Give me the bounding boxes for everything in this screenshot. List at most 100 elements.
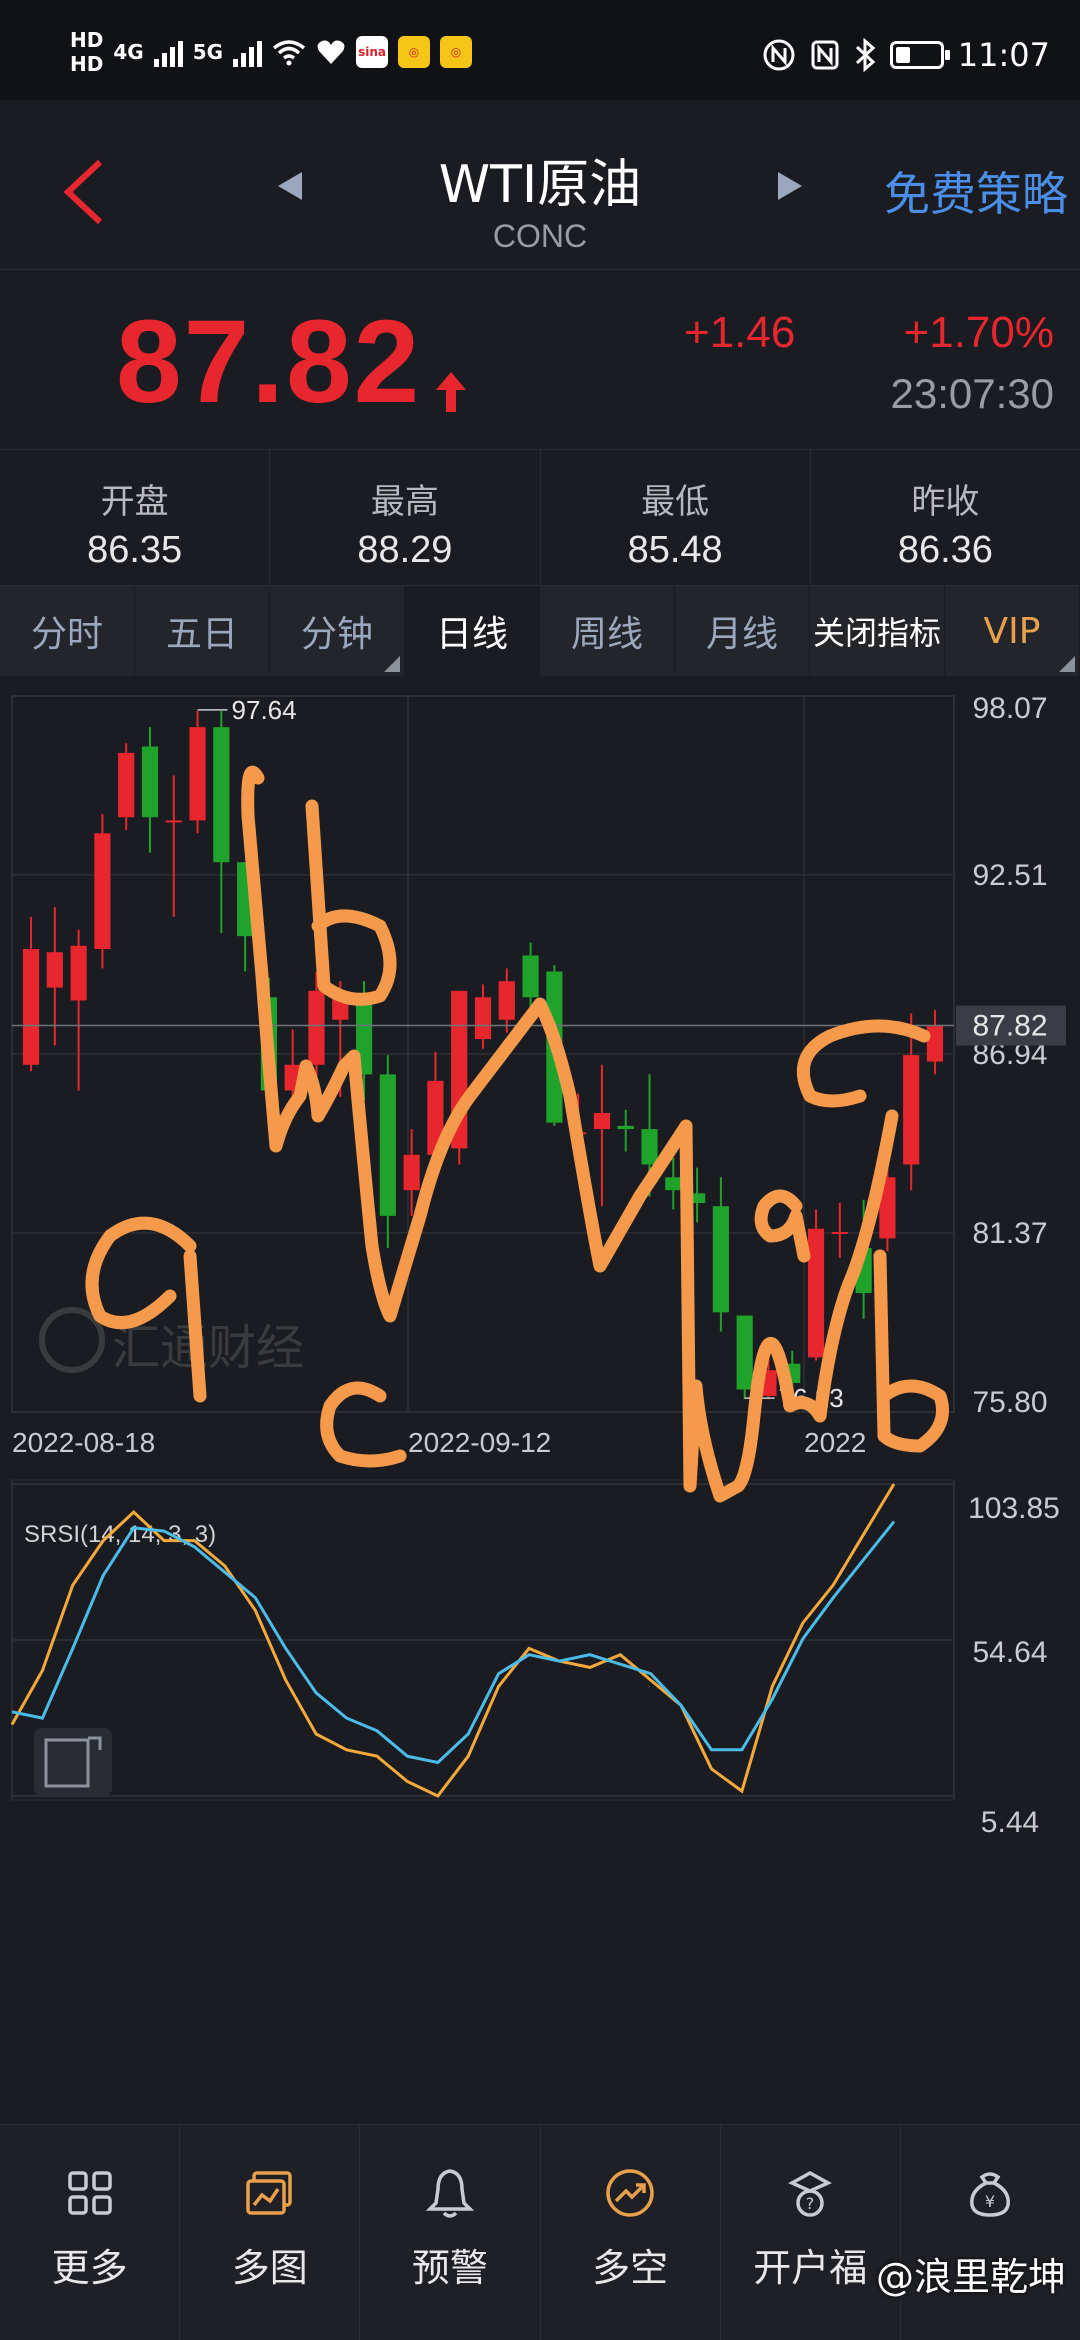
svg-text:?: ? [806, 2194, 815, 2213]
chart-area[interactable]: 汇通财经 98.07 92.51 86.94 81.37 75.80 87.82… [0, 676, 1080, 2120]
tab-minute-label: 分钟 [300, 614, 373, 655]
stat-low: 最低 85.48 [541, 450, 811, 585]
status-left: HD HD 4G 5G sina ◎ ◎ [70, 28, 473, 76]
multi-chart-icon [246, 2171, 292, 2215]
bottom-nav: 更多 多图 预警 多空 ? 开户福 ¥ [0, 2124, 1080, 2340]
current-price-label: 87.82 [972, 1010, 1047, 1043]
annotation-b1 [305, 799, 397, 1006]
candle-body [593, 1112, 611, 1130]
price-tick: 81.37 [972, 1217, 1047, 1250]
nfc-n-icon [811, 40, 839, 70]
tab-five-day[interactable]: 五日 [135, 586, 270, 676]
annotation-c1 [320, 1381, 407, 1468]
next-instrument-button[interactable] [772, 168, 808, 204]
signal-icon [153, 37, 183, 67]
high-marker: 97.64 [232, 695, 297, 725]
date-tick: 2022 [804, 1427, 866, 1458]
candle-body [498, 981, 515, 1020]
candle-body [807, 1228, 825, 1358]
fullscreen-toggle[interactable] [34, 1728, 112, 1796]
candle-body [474, 997, 492, 1040]
clock: 11:07 [957, 36, 1050, 74]
candle-body [70, 945, 87, 1001]
nav-alert[interactable]: 预警 [360, 2125, 541, 2340]
candle-body [926, 1026, 944, 1062]
nav-label: 更多 [51, 2246, 128, 2290]
nav-wealth[interactable]: ¥ [901, 2125, 1080, 2340]
indicator-tick: 5.44 [981, 1806, 1039, 1839]
nav-open-account[interactable]: ? 开户福 [721, 2125, 901, 2340]
stat-value: 88.29 [357, 529, 453, 571]
tab-vip[interactable]: VIP [945, 586, 1080, 676]
candle-body [665, 1177, 682, 1191]
nav-label: 多空 [592, 2246, 669, 2290]
quote-panel: 87.82 +1.46 +1.70% 23:07:30 [0, 270, 1080, 450]
free-strategy-link[interactable]: 免费策略 [884, 158, 1068, 224]
price-change: +1.46 [684, 308, 796, 357]
hd-indicator: HD HD [70, 28, 103, 76]
tab-weekly[interactable]: 周线 [540, 586, 675, 676]
dropdown-corner-icon [384, 656, 400, 672]
candle-body [403, 1154, 420, 1191]
trend-icon [606, 2169, 654, 2217]
tab-close-indicator[interactable]: 关闭指标 [810, 586, 945, 676]
tab-monthly[interactable]: 月线 [675, 586, 810, 676]
tab-vip-label: VIP [983, 610, 1041, 652]
bluetooth-icon [855, 38, 876, 72]
tab-daily[interactable]: 日线 [405, 586, 540, 676]
tab-intraday[interactable]: 分时 [0, 586, 135, 676]
candle-body [141, 746, 159, 818]
candle-body [22, 949, 40, 1065]
bottom-watermark: @浪里乾坤 [875, 2255, 1066, 2299]
nfc-icon [763, 39, 795, 71]
candle-body [94, 833, 111, 950]
dropdown-corner-icon [1059, 656, 1075, 672]
date-tick: 2022-08-18 [12, 1427, 155, 1458]
stat-label: 开盘 [100, 482, 169, 522]
stat-label: 最低 [641, 482, 710, 522]
stats-row: 开盘 86.35 最高 88.29 最低 85.48 昨收 86.36 [0, 450, 1080, 586]
nav-label: 预警 [411, 2246, 488, 2290]
battery-icon [889, 41, 950, 69]
status-bar: HD HD 4G 5G sina ◎ ◎ 11:07 [0, 0, 1080, 100]
stat-label: 最高 [370, 482, 439, 522]
stat-high: 最高 88.29 [270, 450, 541, 585]
indicator-tick: 103.85 [968, 1492, 1060, 1525]
tab-minute[interactable]: 分钟 [270, 586, 405, 676]
wifi-icon [272, 40, 306, 66]
piggy-icon: ¥ [970, 2172, 1011, 2217]
candle-body [736, 1315, 753, 1390]
candle-body [46, 952, 63, 988]
candle-body [522, 955, 539, 998]
date-axis: 2022-08-18 2022-09-12 2022 [12, 1427, 866, 1458]
candle-body [903, 1055, 920, 1165]
header: WTI原油 CONC 免费策略 [0, 100, 1080, 270]
candle-body [308, 990, 325, 1065]
date-tick: 2022-09-12 [408, 1427, 551, 1458]
candle-body [641, 1129, 658, 1165]
kline-chart[interactable]: 汇通财经 98.07 92.51 86.94 81.37 75.80 87.82… [0, 676, 1080, 2120]
svg-text:¥: ¥ [985, 2192, 995, 2211]
indicator-tick: 54.64 [972, 1636, 1047, 1669]
price-tick: 98.07 [972, 692, 1047, 725]
price-tick: 75.80 [972, 1386, 1047, 1419]
nav-more[interactable]: 更多 [0, 2125, 181, 2340]
last-price: 87.82 [116, 296, 422, 428]
watermark: 汇通财经 [39, 1307, 304, 1376]
candle-body [379, 1074, 396, 1216]
weibo-icon: ◎ [398, 36, 431, 68]
stat-label: 昨收 [911, 482, 980, 522]
watermark-text: 汇通财经 [112, 1320, 304, 1376]
grid-icon [67, 2171, 112, 2215]
heart-icon [317, 40, 345, 64]
candle-body [189, 727, 206, 821]
status-right: 11:07 [762, 36, 1050, 74]
nav-long-short[interactable]: 多空 [541, 2125, 721, 2340]
network-4g: 4G [113, 40, 144, 64]
network-5g: 5G [192, 40, 224, 64]
bell-icon [425, 2169, 475, 2218]
gift-icon: ? [788, 2170, 833, 2217]
annotation-a2 [754, 1189, 811, 1263]
nav-multi-chart[interactable]: 多图 [180, 2125, 361, 2340]
up-arrow-icon [436, 372, 466, 412]
